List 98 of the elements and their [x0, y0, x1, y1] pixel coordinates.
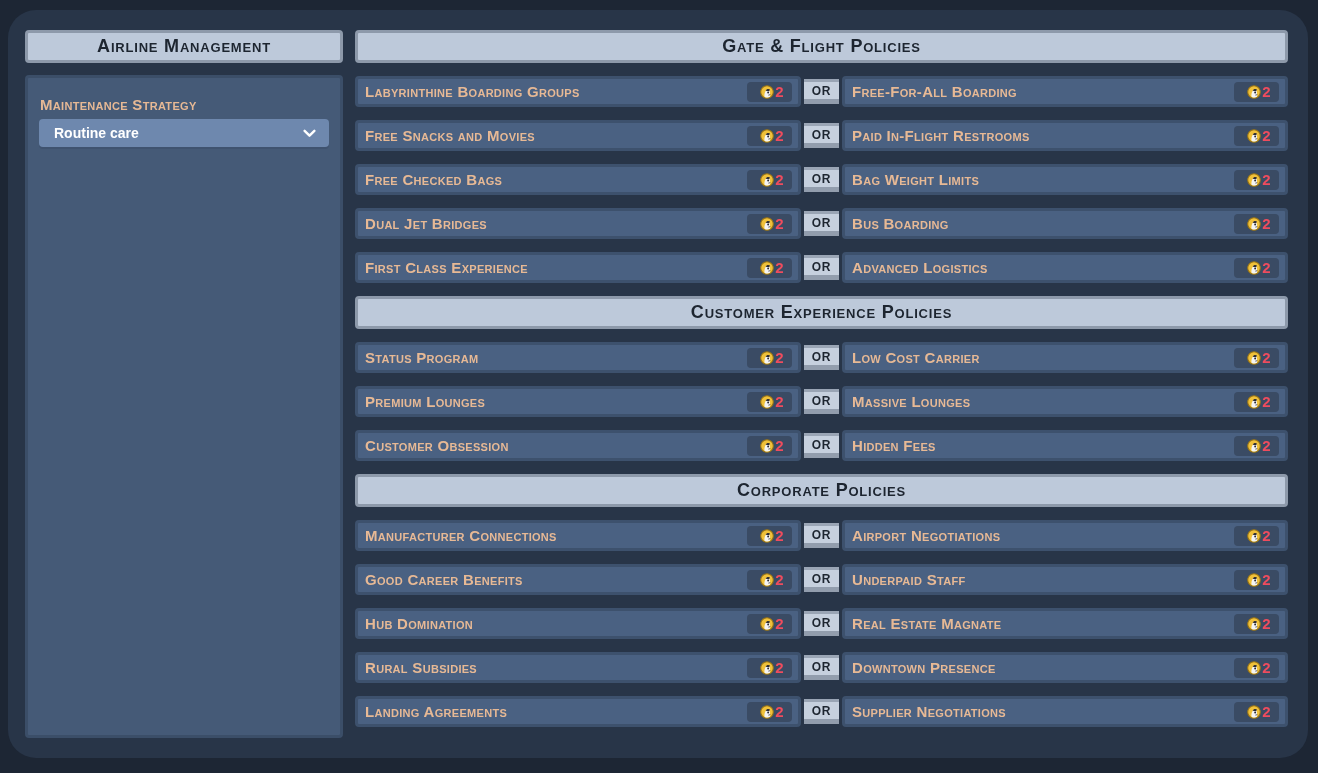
policy-option[interactable]: Bag Weight Limits 2	[842, 164, 1288, 195]
or-label: OR	[804, 79, 839, 104]
coin-icon	[1247, 260, 1262, 275]
coin-icon	[760, 572, 775, 587]
policy-option[interactable]: Paid In-Flight Restrooms 2	[842, 120, 1288, 151]
coin-icon	[1247, 216, 1262, 231]
cost-value: 2	[775, 437, 784, 454]
cost-value: 2	[1262, 703, 1271, 720]
cost-value: 2	[775, 171, 784, 188]
policy-option[interactable]: Good Career Benefits 2	[355, 564, 801, 595]
policy-option[interactable]: Real Estate Magnate 2	[842, 608, 1288, 639]
coin-icon	[1247, 394, 1262, 409]
section-header: Customer Experience Policies	[355, 296, 1288, 329]
coin-icon	[760, 260, 775, 275]
coin-icon	[1247, 350, 1262, 365]
policy-option[interactable]: Supplier Negotiations 2	[842, 696, 1288, 727]
cost-value: 2	[775, 659, 784, 676]
coin-icon	[1247, 128, 1262, 143]
policy-option[interactable]: Hub Domination 2	[355, 608, 801, 639]
cost-value: 2	[1262, 393, 1271, 410]
cost-value: 2	[775, 703, 784, 720]
cost-value: 2	[775, 127, 784, 144]
or-label: OR	[804, 567, 839, 592]
cost-value: 2	[1262, 171, 1271, 188]
coin-icon	[760, 394, 775, 409]
coin-icon	[1247, 528, 1262, 543]
policy-option[interactable]: Low Cost Carrier 2	[842, 342, 1288, 373]
cost-value: 2	[1262, 527, 1271, 544]
cost-value: 2	[775, 615, 784, 632]
section-header: Gate & Flight Policies	[355, 30, 1288, 63]
coin-icon	[1247, 572, 1262, 587]
or-label: OR	[804, 389, 839, 414]
policy-option[interactable]: Customer Obsession 2	[355, 430, 801, 461]
coin-icon	[760, 350, 775, 365]
cost-value: 2	[775, 527, 784, 544]
cost-value: 2	[775, 83, 784, 100]
coin-icon	[1247, 616, 1262, 631]
cost-value: 2	[775, 349, 784, 366]
or-label: OR	[804, 211, 839, 236]
coin-icon	[1247, 438, 1262, 453]
policy-option[interactable]: Dual Jet Bridges 2	[355, 208, 801, 239]
policy-option[interactable]: Hidden Fees 2	[842, 430, 1288, 461]
or-label: OR	[804, 255, 839, 280]
or-label: OR	[804, 123, 839, 148]
policy-option[interactable]: Advanced Logistics 2	[842, 252, 1288, 283]
cost-value: 2	[1262, 437, 1271, 454]
dropdown[interactable]: Routine care	[39, 119, 329, 147]
policy-option[interactable]: Free-For-All Boarding 2	[842, 76, 1288, 107]
policy-option[interactable]: Labyrinthine Boarding Groups 2	[355, 76, 801, 107]
panel-title: Airline Management	[25, 30, 343, 63]
cost-value: 2	[1262, 349, 1271, 366]
setting-label: Maintenance Strategy	[39, 96, 197, 113]
policy-option[interactable]: Status Program 2	[355, 342, 801, 373]
coin-icon	[760, 128, 775, 143]
policy-option[interactable]: Landing Agreements 2	[355, 696, 801, 727]
chevron-down-icon	[303, 128, 316, 138]
cost-value: 2	[1262, 571, 1271, 588]
coin-icon	[760, 704, 775, 719]
cost-value: 2	[775, 259, 784, 276]
policy-option[interactable]: Free Checked Bags 2	[355, 164, 801, 195]
or-label: OR	[804, 433, 839, 458]
or-label: OR	[804, 699, 839, 724]
coin-icon	[1247, 84, 1262, 99]
cost-value: 2	[1262, 659, 1271, 676]
cost-value: 2	[775, 571, 784, 588]
coin-icon	[1247, 172, 1262, 187]
policy-option[interactable]: Rural Subsidies 2	[355, 652, 801, 683]
coin-icon	[760, 528, 775, 543]
cost-value: 2	[1262, 215, 1271, 232]
policy-option[interactable]: First Class Experience 2	[355, 252, 801, 283]
coin-icon	[760, 84, 775, 99]
coin-icon	[1247, 660, 1262, 675]
or-label: OR	[804, 611, 839, 636]
policy-option[interactable]: Free Snacks and Movies 2	[355, 120, 801, 151]
coin-icon	[760, 438, 775, 453]
coin-icon	[760, 216, 775, 231]
policy-option[interactable]: Bus Boarding 2	[842, 208, 1288, 239]
cost-value: 2	[1262, 259, 1271, 276]
cost-value: 2	[1262, 615, 1271, 632]
cost-value: 2	[1262, 127, 1271, 144]
section-header: Corporate Policies	[355, 474, 1288, 507]
or-label: OR	[804, 167, 839, 192]
coin-icon	[1247, 704, 1262, 719]
or-label: OR	[804, 523, 839, 548]
policy-option[interactable]: Downtown Presence 2	[842, 652, 1288, 683]
coin-icon	[760, 660, 775, 675]
policy-option[interactable]: Underpaid Staff 2	[842, 564, 1288, 595]
policy-option[interactable]: Massive Lounges 2	[842, 386, 1288, 417]
coin-icon	[760, 172, 775, 187]
policy-option[interactable]: Premium Lounges 2	[355, 386, 801, 417]
or-label: OR	[804, 655, 839, 680]
coin-icon	[760, 616, 775, 631]
policy-option[interactable]: Airport Negotiations 2	[842, 520, 1288, 551]
policy-option[interactable]: Manufacturer Connections 2	[355, 520, 801, 551]
or-label: OR	[804, 345, 839, 370]
cost-value: 2	[775, 393, 784, 410]
cost-value: 2	[775, 215, 784, 232]
cost-value: 2	[1262, 83, 1271, 100]
